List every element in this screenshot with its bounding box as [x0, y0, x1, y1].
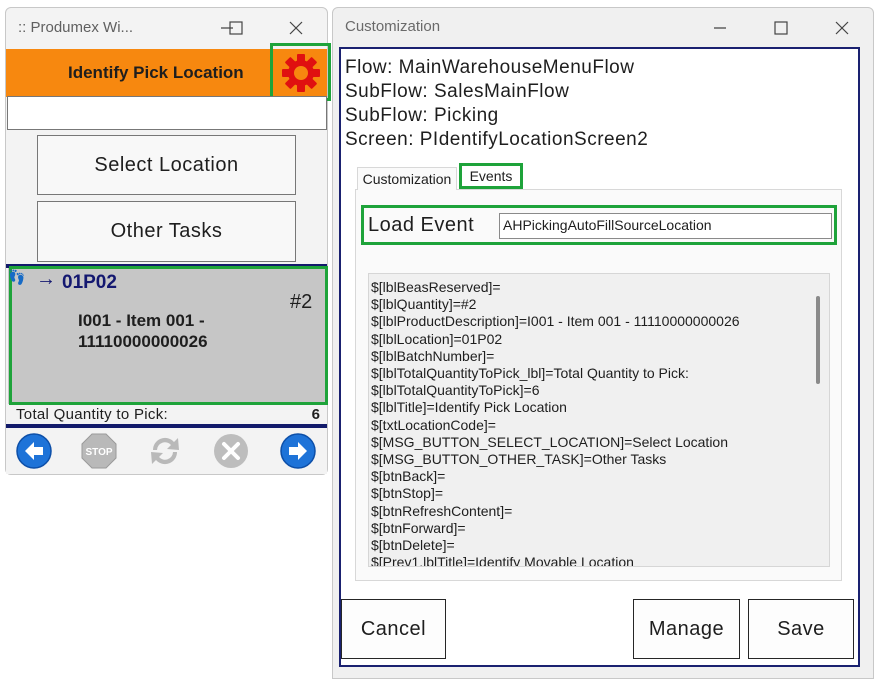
back-arrow-icon[interactable]: [15, 432, 53, 475]
select-location-button[interactable]: Select Location: [37, 135, 296, 195]
task-count: #2: [290, 291, 313, 313]
total-quantity-label: Total Quantity to Pick:: [16, 406, 168, 423]
stop-icon[interactable]: STOP: [80, 432, 118, 475]
flow-label: Flow: MainWarehouseMenuFlow: [345, 57, 635, 78]
script-line: $[lblTotalQuantityToPick_lbl]=Total Quan…: [371, 365, 689, 382]
other-tasks-button[interactable]: Other Tasks: [37, 201, 296, 262]
script-line: $[btnDelete]=: [371, 537, 455, 554]
script-line: $[MSG_BUTTON_OTHER_TASK]=Other Tasks: [371, 451, 667, 468]
script-line: $[lblBeasReserved]=: [371, 279, 501, 295]
task-item: I001 - Item 001 - 11110000000026: [78, 311, 208, 351]
refresh-icon[interactable]: [145, 432, 185, 475]
script-line: $[Prev1.lblTitle]=Identify Movable Locat…: [371, 554, 634, 567]
maximize-icon[interactable]: [767, 16, 795, 40]
script-line: $[lblBatchNumber]=: [371, 347, 495, 364]
script-line: $[lblQuantity]=#2: [371, 296, 477, 313]
arrow-right-icon: →: [36, 268, 56, 290]
save-button[interactable]: Save: [748, 599, 854, 659]
close-icon[interactable]: [828, 16, 856, 40]
script-line: $[btnBack]=: [371, 468, 446, 485]
nav-bar: STOP: [6, 428, 327, 474]
script-textarea[interactable]: $[lblBeasReserved]= $[lblQuantity]=#2 $[lb…: [368, 273, 830, 567]
script-line: $[btnRefreshContent]=: [371, 502, 513, 519]
cancel-button[interactable]: Cancel: [341, 599, 446, 659]
script-line: $[lblLocation]=01P02: [371, 330, 503, 347]
script-line: $[lblTotalQuantityToPick]=6: [371, 382, 540, 399]
gear-icon[interactable]: [280, 52, 322, 94]
title-bar: :: Produmex Wi...: [6, 8, 327, 48]
subflow-label: SubFlow: Picking: [345, 105, 499, 126]
total-quantity-row: Total Quantity to Pick: 6: [6, 406, 327, 424]
settings-highlight[interactable]: [270, 43, 331, 101]
script-line: $[lblProductDescription]=I001 - Item 001…: [371, 313, 740, 330]
load-event-input[interactable]: AHPickingAutoFillSourceLocation: [499, 213, 832, 239]
svg-text:STOP: STOP: [85, 447, 112, 458]
window-title: :: Produmex Wi...: [18, 19, 134, 36]
tab-events[interactable]: Events: [459, 163, 523, 189]
script-line: $[lblTitle]=Identify Pick Location: [371, 399, 567, 416]
script-line: $[txtLocationCode]=: [371, 416, 496, 433]
script-lines: $[lblBeasReserved]= $[lblQuantity]=#2 $[lb…: [371, 279, 811, 567]
delete-icon[interactable]: [212, 432, 250, 475]
script-line: $[btnStop]=: [371, 485, 444, 502]
screen-label: Screen: PIdentifyLocationScreen2: [345, 129, 649, 150]
scrollbar[interactable]: [816, 296, 820, 384]
title-bar: Customization: [333, 8, 873, 48]
manage-button[interactable]: Manage: [633, 599, 740, 659]
load-event-label: Load Event: [368, 214, 475, 236]
tab-customization[interactable]: Customization: [357, 167, 457, 190]
location-code-input[interactable]: [7, 96, 327, 130]
close-icon[interactable]: [282, 16, 310, 40]
window-title: Customization: [345, 18, 441, 35]
forward-arrow-icon[interactable]: [279, 432, 317, 475]
screen-title: Identify Pick Location: [68, 63, 244, 82]
maximize-icon[interactable]: [222, 16, 250, 40]
script-line: $[MSG_BUTTON_SELECT_LOCATION]=Select Loc…: [371, 433, 729, 450]
footsteps-icon: 👣: [8, 269, 26, 285]
total-quantity-value: 6: [311, 406, 320, 423]
script-line: $[btnForward]=: [371, 519, 466, 536]
minimize-icon[interactable]: [706, 16, 734, 40]
task-location: 01P02: [62, 272, 117, 293]
subflow-label: SubFlow: SalesMainFlow: [345, 81, 570, 102]
